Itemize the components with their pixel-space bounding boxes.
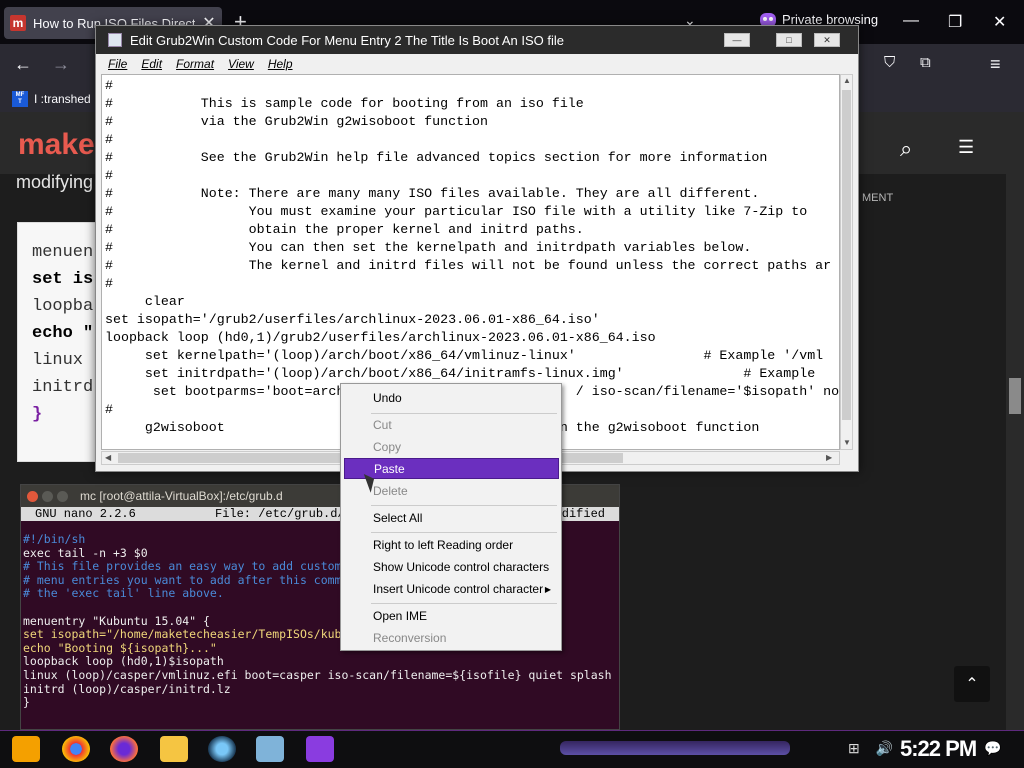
back-arrow-icon[interactable]: ←: [14, 54, 32, 75]
article-text: modifying: [16, 172, 94, 192]
editor-maximize-button[interactable]: □: [776, 33, 802, 47]
nano-version: GNU nano 2.2.6: [35, 507, 136, 521]
text-line: clear: [105, 294, 185, 309]
scroll-right-arrow-icon[interactable]: ▶: [826, 453, 832, 462]
scroll-down-arrow-icon[interactable]: ▼: [843, 438, 851, 447]
text-line: # See the Grub2Win help file advanced to…: [105, 150, 768, 165]
notepad-icon: [108, 33, 122, 47]
comments-label: MENT: [862, 192, 894, 204]
scroll-left-arrow-icon[interactable]: ◀: [105, 453, 111, 462]
notepad-taskbar-icon[interactable]: [256, 736, 284, 762]
menu-edit[interactable]: Edit: [141, 57, 162, 71]
text-line: #: [105, 168, 113, 183]
ctx-separator: [371, 532, 557, 533]
text-line: # Note: There are many many ISO files av…: [105, 186, 760, 201]
text-line: # via the Grub2Win g2wisoboot function: [105, 114, 489, 129]
search-icon[interactable]: ⌕: [900, 136, 912, 162]
ctx-cut[interactable]: Cut: [344, 415, 559, 436]
terminal-minimize-button[interactable]: [42, 490, 53, 502]
scroll-to-top-button[interactable]: ⌃: [954, 666, 990, 702]
browser-minimize-button[interactable]: —: [903, 12, 919, 30]
ctx-rtl-reading-order[interactable]: Right to left Reading order: [344, 535, 559, 556]
text-line: # You must examine your particular ISO f…: [105, 204, 808, 219]
ctx-reconversion[interactable]: Reconversion: [344, 628, 559, 649]
ctx-select-all[interactable]: Select All: [344, 508, 559, 529]
editor-close-button[interactable]: ✕: [814, 33, 840, 47]
terminal-line: linux (loop)/casper/vmlinuz.efi boot=cas…: [23, 667, 612, 682]
page-scrollbar-thumb[interactable]: [1009, 378, 1021, 414]
text-line: set initrdpath='(loop)/arch/boot/x86_64/…: [105, 366, 816, 381]
text-line: loopback loop (hd0,1)/grub2/userfiles/ar…: [105, 330, 656, 345]
editor-vertical-scroll-thumb[interactable]: [842, 90, 851, 420]
menu-view[interactable]: View: [228, 57, 254, 71]
terminal-line: loopback loop (hd0,1)$isopath: [23, 654, 224, 669]
forward-arrow-icon[interactable]: →: [52, 54, 70, 75]
taskbar-decoration: [560, 741, 790, 755]
hamburger-menu-icon[interactable]: ☰: [958, 137, 974, 158]
app-menu-icon[interactable]: ≡: [990, 54, 1001, 75]
browser-restore-button[interactable]: ❐: [948, 12, 962, 32]
page-scrollbar[interactable]: [1006, 112, 1024, 730]
extensions-icon[interactable]: ⧉: [920, 54, 931, 71]
scroll-up-arrow-icon[interactable]: ▲: [843, 76, 851, 85]
text-line: #: [105, 132, 113, 147]
terminal-line: initrd (loop)/casper/initrd.lz: [23, 681, 231, 696]
context-menu: Undo Cut Copy Paste Delete Select All Ri…: [340, 383, 562, 651]
notification-icon[interactable]: 💬: [984, 740, 1001, 757]
taskbar-clock[interactable]: 5:22 PM: [900, 736, 977, 762]
terminal-title: mc [root@attila-VirtualBox]:/etc/grub.d: [80, 489, 283, 503]
chevron-up-icon: ⌃: [965, 676, 979, 693]
site-logo[interactable]: make: [18, 128, 95, 162]
menu-file[interactable]: File: [108, 57, 127, 71]
text-line: #: [105, 78, 113, 93]
ctx-insert-unicode-label: Insert Unicode control character: [373, 582, 544, 596]
chrome-icon[interactable]: [62, 736, 90, 762]
ctx-separator: [371, 413, 557, 414]
start-menu-icon[interactable]: [12, 736, 40, 762]
nano-modified-flag: dified: [561, 507, 605, 521]
submenu-arrow-icon: ▶: [544, 585, 551, 594]
editor-title: Edit Grub2Win Custom Code For Menu Entry…: [130, 32, 565, 48]
menu-format[interactable]: Format: [176, 57, 214, 71]
app-icon[interactable]: [208, 736, 236, 762]
bookmark-item[interactable]: I :transhed: [34, 92, 91, 106]
browser-close-button[interactable]: ✕: [993, 12, 1006, 32]
text-line: set kernelpath='(loop)/arch/boot/x86_64/…: [105, 348, 824, 363]
bookmark-favicon-icon: MF T: [12, 91, 28, 107]
text-line: # obtain the proper kernel and initrd pa…: [105, 222, 584, 237]
ctx-open-ime[interactable]: Open IME: [344, 606, 559, 627]
ctx-undo[interactable]: Undo: [344, 388, 559, 409]
terminal-close-button[interactable]: [27, 490, 38, 502]
ctx-insert-unicode[interactable]: Insert Unicode control character ▶: [344, 579, 559, 600]
editor-menubar: File Edit Format View Help: [96, 54, 858, 74]
text-line: set isopath='/grub2/userfiles/archlinux-…: [105, 312, 600, 327]
ctx-separator: [371, 505, 557, 506]
ctx-show-unicode[interactable]: Show Unicode control characters: [344, 557, 559, 578]
file-explorer-icon[interactable]: [160, 736, 188, 762]
pocket-icon[interactable]: ⛉: [884, 54, 895, 71]
terminal-line: }: [23, 695, 30, 710]
site-favicon-icon: m: [10, 15, 26, 31]
text-line: # This is sample code for booting from a…: [105, 96, 584, 111]
editor-minimize-button[interactable]: —: [724, 33, 750, 47]
text-line: #: [105, 276, 113, 291]
private-browser-icon[interactable]: [306, 736, 334, 762]
ctx-separator: [371, 603, 557, 604]
text-line: # The kernel and initrd files will not b…: [105, 258, 832, 273]
system-tray-icons[interactable]: ⊞ 🔊: [848, 740, 899, 757]
menu-help[interactable]: Help: [268, 57, 293, 71]
ctx-paste[interactable]: Paste: [344, 458, 559, 479]
terminal-maximize-button[interactable]: [57, 490, 68, 502]
firefox-icon[interactable]: [110, 736, 138, 762]
text-line: # You can then set the kernelpath and in…: [105, 240, 752, 255]
ctx-copy[interactable]: Copy: [344, 437, 559, 458]
editor-titlebar[interactable]: Edit Grub2Win Custom Code For Menu Entry…: [96, 26, 858, 54]
